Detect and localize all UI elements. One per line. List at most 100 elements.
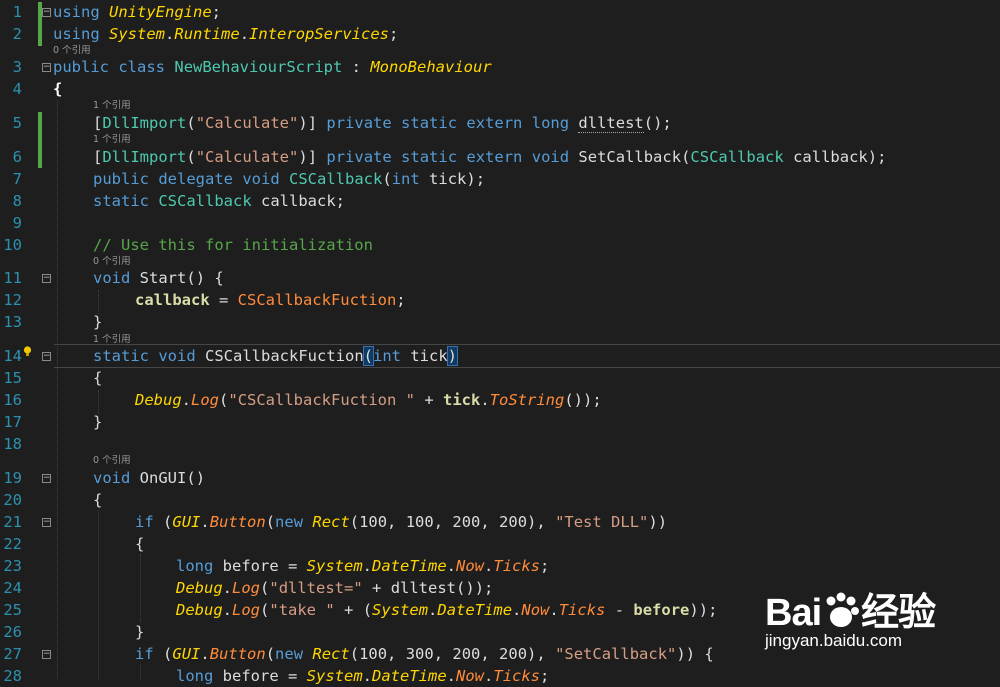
code-line[interactable]: 21 − if (GUI.Button(new Rect(100, 100, 2… [0,511,1000,533]
property: Now [521,601,550,619]
punct: ( [163,645,173,663]
line-number: 22 [3,535,22,553]
punct: ; [396,291,406,309]
punct: ( [186,269,196,287]
punct: ) [648,513,658,531]
keyword: class [118,58,166,76]
code-line[interactable]: 2 using System.Runtime.InteropServices; [0,23,1000,45]
keyword: private [326,114,392,132]
keyword: void [93,269,131,287]
method-call: ToString [489,391,565,409]
class-ref: System [306,557,363,575]
method-call: dlltest [390,579,457,597]
variable: before [222,557,279,575]
string: "Test DLL" [555,513,649,531]
code-line[interactable]: 12 callback = CSCallbackFuction; [0,289,1000,311]
keyword: long [531,114,570,132]
code-line[interactable]: 16 Debug.Log("CSCallbackFuction " + tick… [0,389,1000,411]
code-line[interactable]: 28 long before = System.DateTime.Now.Tic… [0,665,1000,687]
keyword: if [135,513,154,531]
keyword: extern [466,114,523,132]
code-line[interactable]: 1 − using UnityEngine; [0,1,1000,23]
lightbulb-icon[interactable] [23,346,32,357]
reference-count[interactable]: 1 个引用 [93,134,131,146]
code-line[interactable]: 5 [DllImport("Calculate")] private stati… [0,112,1000,134]
code-line[interactable]: 18 [0,433,1000,455]
punct: ( [349,645,360,663]
punct: ( [643,114,654,132]
code-line[interactable]: 22 { [0,533,1000,555]
punct: ( [349,513,360,531]
number-args: 100, 100, 200, 200 [359,513,528,531]
keyword: static [93,347,149,365]
punct: ) [195,469,206,487]
line-number: 18 [3,435,22,453]
collapse-icon[interactable]: − [42,63,51,72]
property: Ticks [493,667,541,685]
collapse-icon[interactable]: − [42,352,51,361]
line-number: 21 [3,513,22,531]
class-ref: Rect [312,645,350,663]
punct: ( [265,513,276,531]
punct: ; [877,148,887,166]
method-call: Log [232,579,261,597]
punct: ; [592,391,602,409]
reference-count[interactable]: 1 个引用 [93,100,131,112]
line-number: 1 [12,3,22,21]
code-line[interactable]: 8 static CSCallback callback; [0,190,1000,212]
collapse-icon[interactable]: − [42,8,51,17]
punct: ) [685,645,696,663]
line-number: 26 [3,623,22,641]
watermark-url: jingyan.baidu.com [765,631,903,650]
line-number: 19 [3,469,22,487]
collapse-icon[interactable]: − [42,650,51,659]
collapse-icon[interactable]: − [42,518,51,527]
punct: ] [307,114,318,132]
namespace: System [109,25,166,43]
code-line[interactable]: 17 } [0,411,1000,433]
code-line[interactable]: 11 − void Start() { [0,267,1000,289]
punct: { [704,645,714,663]
code-line[interactable]: 14 − static void CSCallbackFuction(int t… [0,345,1000,367]
keyword: using [53,25,100,43]
keyword: long [176,557,214,575]
punct: } [93,413,103,431]
punct: ; [540,557,550,575]
punct: ; [484,579,494,597]
punct: ( [456,579,466,597]
keyword: new [275,645,304,663]
method-name: CSCallbackFuction [205,347,364,365]
collapse-icon[interactable]: − [42,274,51,283]
class-ref: GUI [172,513,201,531]
attribute: DllImport [102,148,187,166]
code-line[interactable]: 9 [0,212,1000,234]
code-line[interactable]: 10 // Use this for initialization [0,234,1000,256]
punct: ( [564,391,574,409]
baidu-watermark: Bai 经验 jingyan.baidu.com [765,569,945,651]
keyword: void [531,148,570,166]
punct: = [209,291,238,309]
code-line[interactable]: 13 } [0,311,1000,333]
keyword: void [242,170,280,188]
punct: , [536,645,556,663]
line-number: 6 [12,148,22,166]
code-line[interactable]: 20 { [0,489,1000,511]
collapse-icon[interactable]: − [42,474,51,483]
punct: . [484,557,494,575]
reference-count[interactable]: 0 个引用 [93,455,131,467]
param: tick [410,347,448,365]
code-line[interactable]: 19 − void OnGUI() [0,467,1000,489]
code-line[interactable]: 15 { [0,367,1000,389]
class-name: NewBehaviourScript [174,58,343,76]
code-line[interactable]: 3 − public class NewBehaviourScript : Mo… [0,56,1000,78]
field: callback [261,192,336,210]
keyword: void [158,347,196,365]
code-line[interactable]: 6 [DllImport("Calculate")] private stati… [0,146,1000,168]
keyword: long [176,667,214,685]
code-line[interactable]: 7 public delegate void CSCallback(int ti… [0,168,1000,190]
punct: . [362,667,373,685]
brace-match: ( [362,346,375,366]
code-line[interactable]: 4 { [0,78,1000,100]
line-number: 11 [3,269,22,287]
property: Now [456,667,485,685]
